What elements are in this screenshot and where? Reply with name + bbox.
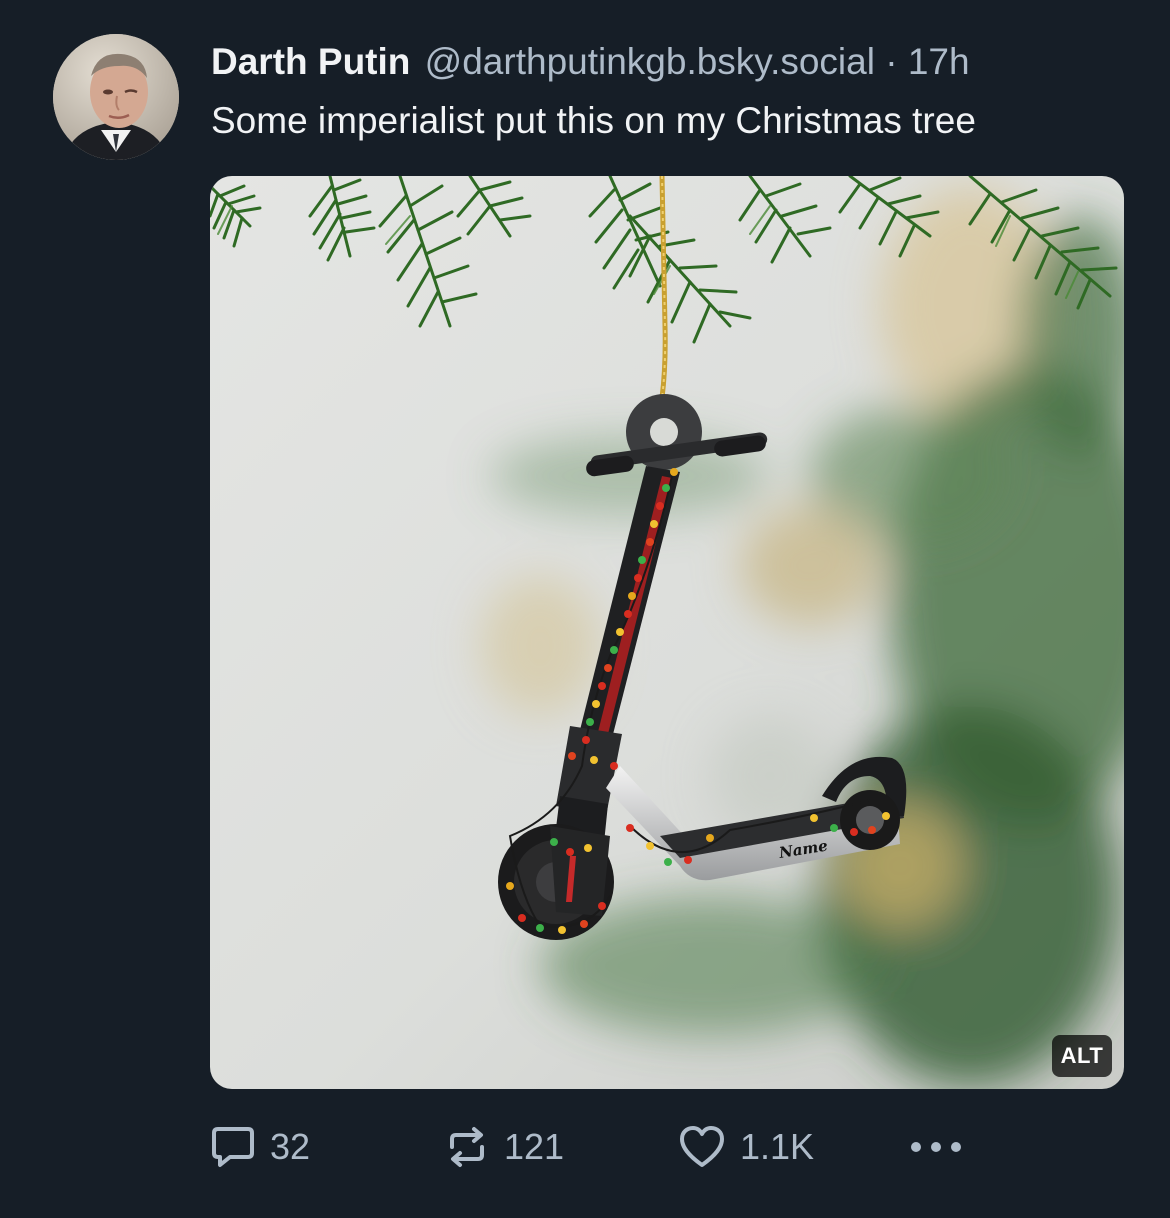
speech-bubble-icon [210, 1125, 256, 1169]
repost-count: 121 [504, 1126, 565, 1167]
scooter-ornament-photo: Name [210, 176, 1124, 1089]
post-header: Darth Putin @darthputinkgb.bsky.social ·… [211, 38, 970, 86]
repost-arrows-icon [444, 1125, 490, 1169]
separator-dot: · [885, 41, 898, 82]
alt-text-badge[interactable]: ALT [1052, 1035, 1112, 1077]
post-text: Some imperialist put this on my Christma… [211, 100, 976, 141]
more-options-button[interactable] [908, 1122, 964, 1172]
reply-button[interactable]: 32 [210, 1122, 310, 1172]
author-handle[interactable]: @darthputinkgb.bsky.social [425, 41, 875, 82]
author-display-name[interactable]: Darth Putin [211, 41, 410, 82]
avatar-image [53, 34, 179, 160]
post-timestamp[interactable]: 17h [908, 41, 970, 82]
heart-icon [678, 1125, 726, 1169]
ellipsis-icon [908, 1137, 964, 1157]
like-button[interactable]: 1.1K [678, 1122, 814, 1172]
avatar[interactable] [53, 34, 179, 160]
post-image[interactable]: Name ALT [210, 176, 1124, 1089]
post-actions: 32 121 1.1K [0, 1122, 1170, 1172]
post: Darth Putin @darthputinkgb.bsky.social ·… [0, 0, 1170, 1218]
reply-count: 32 [270, 1126, 311, 1167]
repost-button[interactable]: 121 [444, 1122, 564, 1172]
like-count: 1.1K [740, 1126, 815, 1167]
